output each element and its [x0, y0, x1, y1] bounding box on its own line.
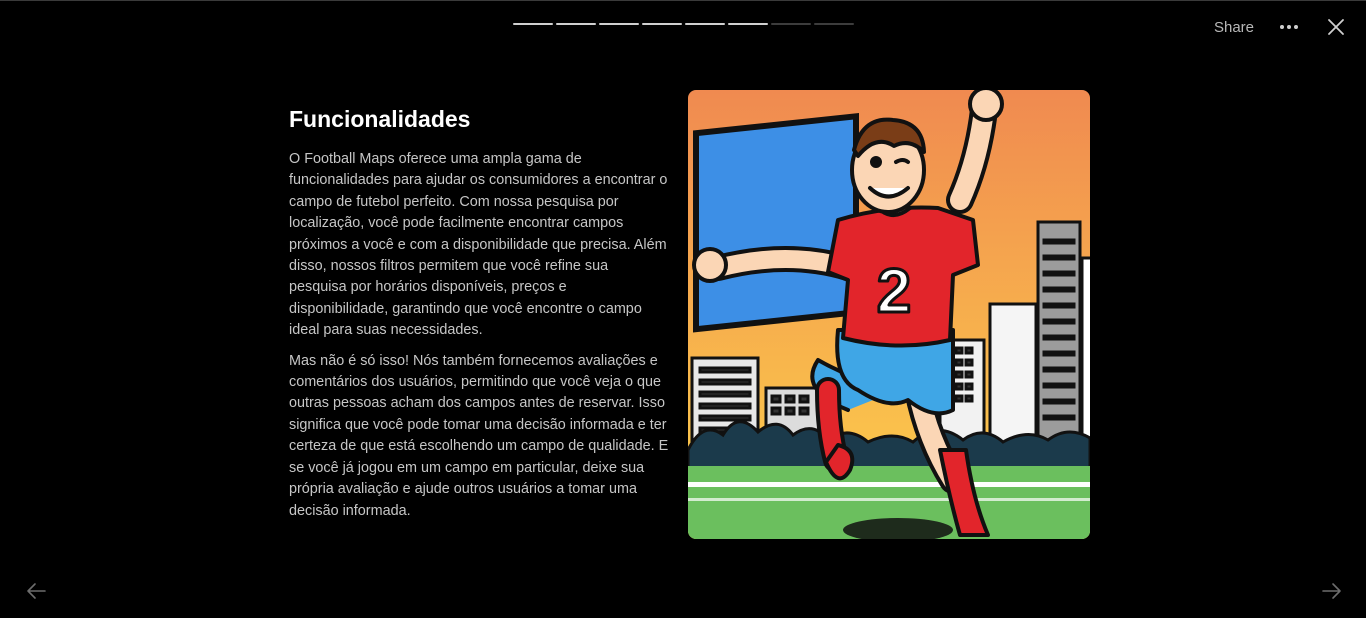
slide-body: O Football Maps oferece uma ampla gama d…: [289, 149, 669, 531]
progress-segment: [814, 23, 854, 25]
arrow-left-icon: [27, 583, 46, 599]
slide-progress-bar: [513, 23, 854, 25]
more-options-button[interactable]: [1278, 16, 1300, 38]
top-toolbar: Share: [1214, 15, 1346, 39]
more-horizontal-icon: [1280, 25, 1298, 29]
soccer-player-illustration: 2: [688, 90, 1090, 539]
slide-title: Funcionalidades: [289, 106, 471, 132]
progress-segment: [685, 23, 725, 25]
slide-illustration: 2: [688, 90, 1090, 539]
presentation-viewer: Share Funcionalidades O Football Maps of…: [0, 0, 1366, 618]
close-button[interactable]: [1326, 17, 1346, 37]
slide-paragraph-1: O Football Maps oferece uma ampla gama d…: [289, 151, 668, 339]
progress-segment: [642, 23, 682, 25]
progress-segment: [513, 23, 553, 25]
field-line: [688, 482, 1090, 487]
progress-segment: [556, 23, 596, 25]
next-slide-button[interactable]: [1320, 579, 1344, 603]
progress-segment: [728, 23, 768, 25]
close-icon: [1328, 19, 1344, 35]
progress-segment: [599, 23, 639, 25]
share-button[interactable]: Share: [1214, 19, 1254, 36]
billboard: [693, 113, 859, 333]
progress-segment: [771, 23, 811, 25]
slide-paragraph-2: Mas não é só isso! Nós também fornecemos…: [289, 352, 669, 519]
previous-slide-button[interactable]: [24, 579, 48, 603]
arrow-right-icon: [1322, 583, 1341, 599]
jersey-number: 2: [877, 257, 911, 326]
